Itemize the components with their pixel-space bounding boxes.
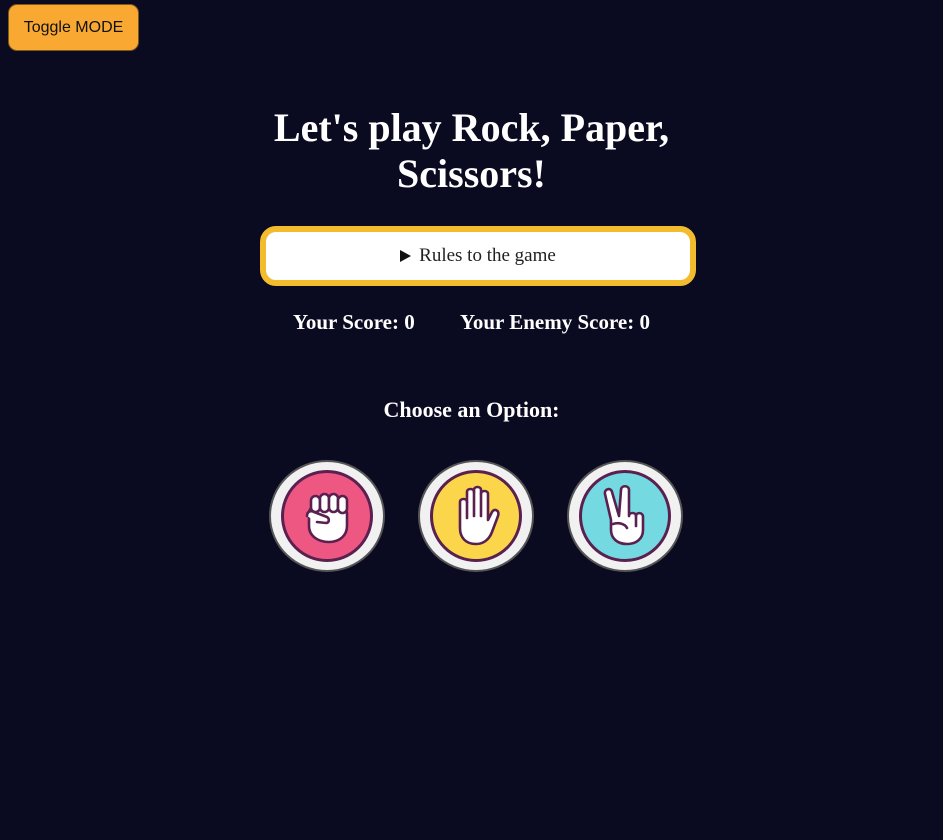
rock-option-badge bbox=[281, 470, 373, 562]
page-title: Let's play Rock, Paper, Scissors! bbox=[273, 105, 670, 196]
choose-option-heading: Choose an Option: bbox=[383, 397, 560, 422]
disclosure-triangle-icon bbox=[400, 250, 412, 262]
enemy-score: Your Enemy Score: 0 bbox=[460, 310, 650, 335]
open-hand-icon bbox=[458, 485, 500, 546]
option-list bbox=[269, 460, 683, 572]
your-score-value: 0 bbox=[404, 310, 415, 334]
peace-hand-icon bbox=[603, 484, 645, 546]
rules-disclosure[interactable]: Rules to the game bbox=[260, 226, 696, 286]
enemy-score-label: Your Enemy Score: bbox=[460, 310, 635, 334]
paper-option-badge bbox=[430, 470, 522, 562]
scissors-option-button[interactable] bbox=[567, 460, 683, 572]
your-score: Your Score: 0 bbox=[293, 310, 415, 335]
enemy-score-value: 0 bbox=[639, 310, 650, 334]
your-score-label: Your Score: bbox=[293, 310, 399, 334]
scissors-option-badge bbox=[579, 470, 671, 562]
rock-option-button[interactable] bbox=[269, 460, 385, 572]
rules-label: Rules to the game bbox=[419, 245, 556, 266]
fist-icon bbox=[305, 492, 349, 544]
score-board: Your Score: 0 Your Enemy Score: 0 bbox=[0, 310, 943, 335]
toggle-mode-button[interactable]: Toggle MODE bbox=[8, 4, 139, 51]
paper-option-button[interactable] bbox=[418, 460, 534, 572]
